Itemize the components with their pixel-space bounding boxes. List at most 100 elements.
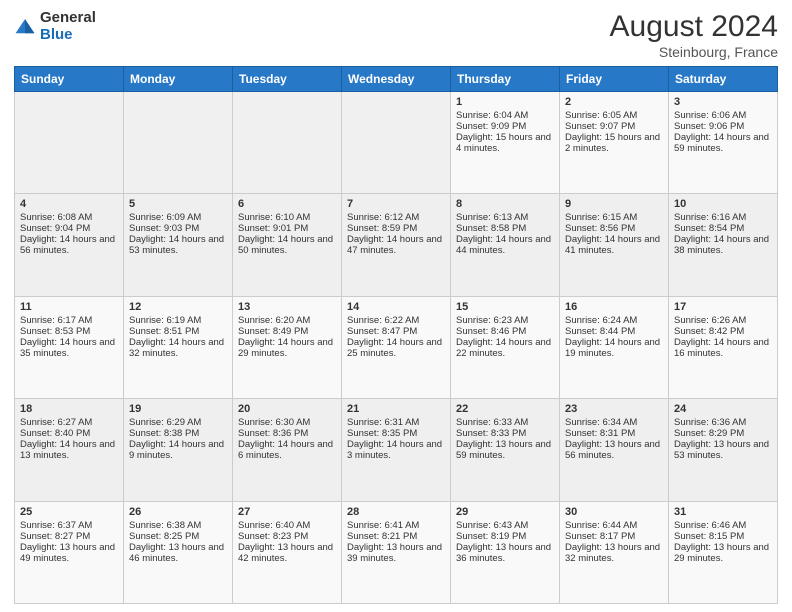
calendar-cell: 4Sunrise: 6:08 AMSunset: 9:04 PMDaylight… [15,194,124,296]
calendar-cell: 26Sunrise: 6:38 AMSunset: 8:25 PMDayligh… [124,501,233,603]
month-title: August 2024 [610,10,778,44]
day-number: 23 [565,403,663,415]
weekday-row: SundayMondayTuesdayWednesdayThursdayFrid… [15,67,778,92]
sunrise-text: Sunrise: 6:27 AM [20,417,118,428]
sunrise-text: Sunrise: 6:43 AM [456,520,554,531]
daylight-text: Daylight: 15 hours and 2 minutes. [565,132,663,154]
daylight-text: Daylight: 13 hours and 39 minutes. [347,542,445,564]
sunrise-text: Sunrise: 6:41 AM [347,520,445,531]
daylight-text: Daylight: 14 hours and 44 minutes. [456,234,554,256]
sunrise-text: Sunrise: 6:36 AM [674,417,772,428]
sunrise-text: Sunrise: 6:05 AM [565,110,663,121]
day-number: 13 [238,301,336,313]
sunset-text: Sunset: 9:01 PM [238,223,336,234]
sunset-text: Sunset: 8:33 PM [456,428,554,439]
calendar-cell: 10 Sunrise: 6:16 AMSunset: 8:54 PMDayligh… [669,194,778,296]
sunrise-text: Sunrise: 6:15 AM [565,212,663,223]
day-number: 30 [565,506,663,518]
logo-text: General Blue [40,10,96,43]
sunrise-text: Sunrise: 6:20 AM [238,315,336,326]
day-number: 2 [565,96,663,108]
calendar-cell: 16Sunrise: 6:24 AMSunset: 8:44 PMDayligh… [560,296,669,398]
daylight-text: Daylight: 14 hours and 35 minutes. [20,337,118,359]
daylight-text: Daylight: 14 hours and 22 minutes. [456,337,554,359]
calendar-cell: 6Sunrise: 6:10 AMSunset: 9:01 PMDaylight… [233,194,342,296]
weekday-header-sunday: Sunday [15,67,124,92]
sunset-text: Sunset: 9:03 PM [129,223,227,234]
sunset-text: Sunset: 8:31 PM [565,428,663,439]
sunrise-text: Sunrise: 6:40 AM [238,520,336,531]
calendar-cell: 31Sunrise: 6:46 AMSunset: 8:15 PMDayligh… [669,501,778,603]
calendar-cell: 14Sunrise: 6:22 AMSunset: 8:47 PMDayligh… [342,296,451,398]
weekday-header-wednesday: Wednesday [342,67,451,92]
calendar-cell: 17Sunrise: 6:26 AMSunset: 8:42 PMDayligh… [669,296,778,398]
day-number: 14 [347,301,445,313]
day-number: 27 [238,506,336,518]
day-number: 21 [347,403,445,415]
sunset-text: Sunset: 8:27 PM [20,531,118,542]
sunrise-text: Sunrise: 6:34 AM [565,417,663,428]
weekday-header-thursday: Thursday [451,67,560,92]
sunrise-text: Sunrise: 6:44 AM [565,520,663,531]
sunset-text: Sunset: 8:23 PM [238,531,336,542]
main-container: General Blue August 2024 Steinbourg, Fra… [0,0,792,612]
daylight-text: Daylight: 14 hours and 56 minutes. [20,234,118,256]
sunset-text: Sunset: 8:40 PM [20,428,118,439]
sunset-text: Sunset: 8:44 PM [565,326,663,337]
calendar-cell: 5Sunrise: 6:09 AMSunset: 9:03 PMDaylight… [124,194,233,296]
week-row-2: 4Sunrise: 6:08 AMSunset: 9:04 PMDaylight… [15,194,778,296]
daylight-text: Daylight: 15 hours and 4 minutes. [456,132,554,154]
sunrise-text: Sunrise: 6:13 AM [456,212,554,223]
calendar-cell: 11Sunrise: 6:17 AMSunset: 8:53 PMDayligh… [15,296,124,398]
day-number: 16 [565,301,663,313]
logo: General Blue [14,10,96,43]
calendar-cell: 23Sunrise: 6:34 AMSunset: 8:31 PMDayligh… [560,399,669,501]
sunset-text: Sunset: 8:21 PM [347,531,445,542]
weekday-header-monday: Monday [124,67,233,92]
sunset-text: Sunset: 8:19 PM [456,531,554,542]
sunset-text: Sunset: 8:54 PM [674,223,772,234]
calendar-cell: 22Sunrise: 6:33 AMSunset: 8:33 PMDayligh… [451,399,560,501]
header: General Blue August 2024 Steinbourg, Fra… [14,10,778,60]
daylight-text: Daylight: 14 hours and 53 minutes. [129,234,227,256]
calendar: SundayMondayTuesdayWednesdayThursdayFrid… [14,66,778,604]
day-number: 7 [347,198,445,210]
calendar-cell [15,92,124,194]
week-row-4: 18Sunrise: 6:27 AMSunset: 8:40 PMDayligh… [15,399,778,501]
day-number: 5 [129,198,227,210]
week-row-5: 25Sunrise: 6:37 AMSunset: 8:27 PMDayligh… [15,501,778,603]
daylight-text: Daylight: 14 hours and 13 minutes. [20,439,118,461]
daylight-text: Daylight: 13 hours and 32 minutes. [565,542,663,564]
day-number: 10 [674,198,772,210]
daylight-text: Daylight: 14 hours and 41 minutes. [565,234,663,256]
daylight-text: Daylight: 13 hours and 53 minutes. [674,439,772,461]
sunset-text: Sunset: 8:51 PM [129,326,227,337]
sunrise-text: Sunrise: 6:29 AM [129,417,227,428]
sunrise-text: Sunrise: 6:12 AM [347,212,445,223]
calendar-cell: 27 Sunrise: 6:40 AMSunset: 8:23 PMDayligh… [233,501,342,603]
weekday-header-tuesday: Tuesday [233,67,342,92]
sunrise-text: Sunrise: 6:16 AM [674,212,772,223]
daylight-text: Daylight: 14 hours and 47 minutes. [347,234,445,256]
calendar-cell: 28Sunrise: 6:41 AMSunset: 8:21 PMDayligh… [342,501,451,603]
calendar-cell: 15Sunrise: 6:23 AMSunset: 8:46 PMDayligh… [451,296,560,398]
day-number: 26 [129,506,227,518]
day-number: 29 [456,506,554,518]
calendar-cell: 30Sunrise: 6:44 AMSunset: 8:17 PMDayligh… [560,501,669,603]
calendar-cell: 2Sunrise: 6:05 AMSunset: 9:07 PMDaylight… [560,92,669,194]
calendar-cell: 12Sunrise: 6:19 AMSunset: 8:51 PMDayligh… [124,296,233,398]
daylight-text: Daylight: 14 hours and 29 minutes. [238,337,336,359]
day-number: 25 [20,506,118,518]
daylight-text: Daylight: 14 hours and 16 minutes. [674,337,772,359]
sunset-text: Sunset: 8:35 PM [347,428,445,439]
daylight-text: Daylight: 13 hours and 42 minutes. [238,542,336,564]
daylight-text: Daylight: 14 hours and 38 minutes. [674,234,772,256]
day-number: 31 [674,506,772,518]
day-number: 19 [129,403,227,415]
sunrise-text: Sunrise: 6:46 AM [674,520,772,531]
sunset-text: Sunset: 8:46 PM [456,326,554,337]
sunset-text: Sunset: 8:53 PM [20,326,118,337]
sunrise-text: Sunrise: 6:26 AM [674,315,772,326]
day-number: 4 [20,198,118,210]
daylight-text: Daylight: 13 hours and 49 minutes. [20,542,118,564]
